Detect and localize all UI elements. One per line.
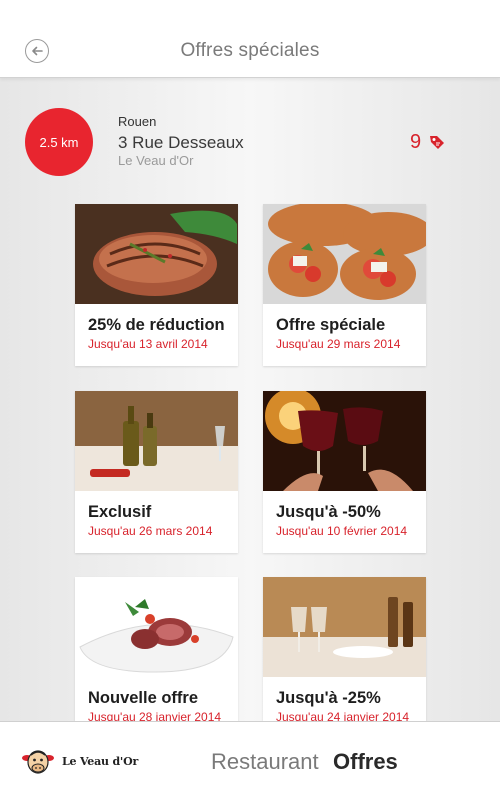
bruschetta-illustration	[263, 204, 426, 304]
offer-card[interactable]: Nouvelle offre Jusqu'au 28 janvier 2014	[75, 577, 238, 739]
offer-title: Jusqu'à -25%	[276, 689, 381, 707]
wine-glasses-illustration	[263, 577, 426, 677]
restaurant-table-illustration	[75, 391, 238, 491]
app-screen: Offres spéciales 2.5 km Rouen 3 Rue Dess…	[0, 0, 500, 800]
wine-toast-illustration	[263, 391, 426, 491]
offer-title: Nouvelle offre	[88, 689, 199, 707]
offer-date: Jusqu'au 29 mars 2014	[276, 337, 401, 351]
tab-restaurant[interactable]: Restaurant	[211, 749, 319, 775]
steak-photo	[75, 204, 238, 304]
bottom-navigation: Le Veau d'Or Restaurant Offres	[0, 721, 500, 800]
offer-card[interactable]: 25% de réduction Jusqu'au 13 avril 2014	[75, 204, 238, 366]
offer-title: Offre spéciale	[276, 316, 386, 334]
offer-date: Jusqu'au 10 février 2014	[276, 524, 408, 538]
page-title: Offres spéciales	[180, 40, 320, 61]
offer-card[interactable]: Jusqu'à -25% Jusqu'au 24 janvier 2014	[263, 577, 426, 739]
steak-illustration	[75, 204, 238, 304]
red-wine-toast-photo	[263, 391, 426, 491]
lamb-dish-illustration	[75, 577, 238, 677]
calf-logo-icon	[22, 750, 54, 774]
wine-glasses-photo	[263, 577, 426, 677]
offer-card[interactable]: Exclusif Jusqu'au 26 mars 2014	[75, 391, 238, 553]
offer-card[interactable]: Jusqu'à -50% Jusqu'au 10 février 2014	[263, 391, 426, 553]
offer-title: Jusqu'à -50%	[276, 503, 381, 521]
offers-grid: 25% de réduction Jusqu'au 13 avril 2014	[0, 0, 500, 800]
offer-title: Exclusif	[88, 503, 152, 521]
brand-logo-text: Le Veau d'Or	[62, 755, 139, 768]
restaurant-table-photo	[75, 391, 238, 491]
app-header: Offres spéciales	[0, 0, 500, 78]
bruschetta-photo	[263, 204, 426, 304]
lamb-dish-photo	[75, 577, 238, 677]
tab-offres[interactable]: Offres	[333, 749, 398, 775]
offer-card[interactable]: Offre spéciale Jusqu'au 29 mars 2014	[263, 204, 426, 366]
offer-title: 25% de réduction	[88, 316, 225, 334]
offer-date: Jusqu'au 13 avril 2014	[88, 337, 208, 351]
offer-date: Jusqu'au 26 mars 2014	[88, 524, 213, 538]
